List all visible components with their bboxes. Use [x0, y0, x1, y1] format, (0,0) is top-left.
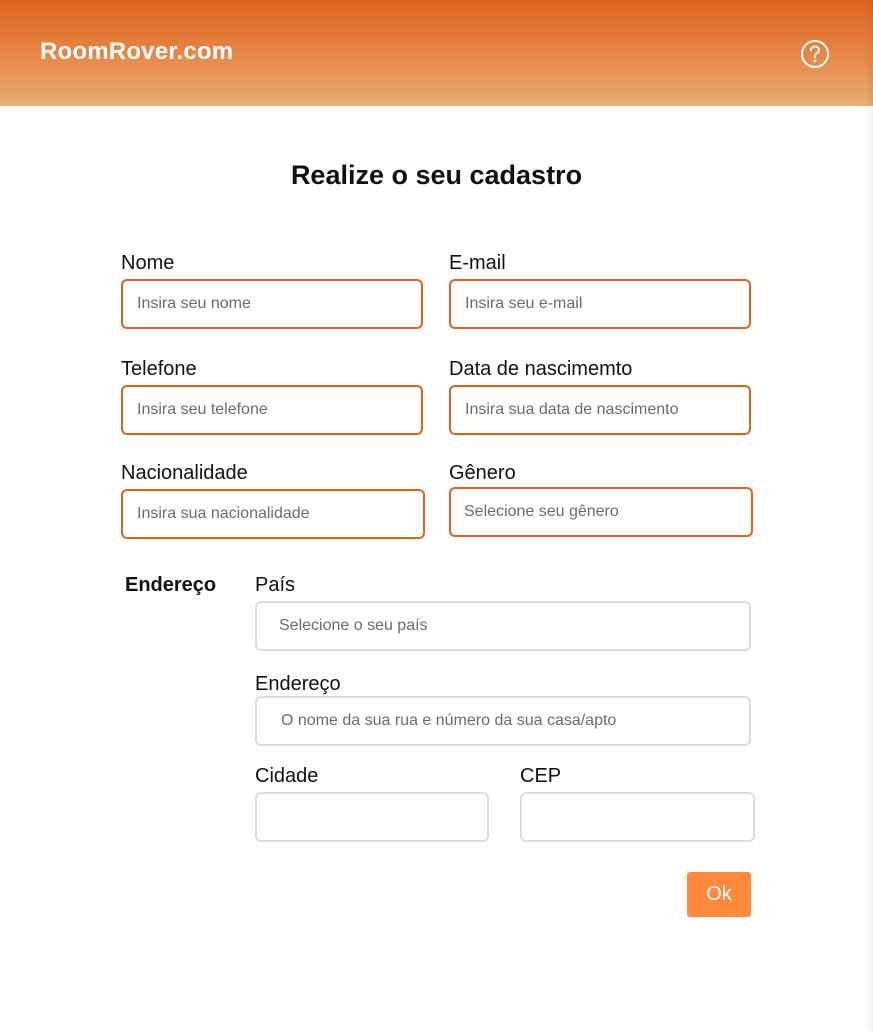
zip-label: CEP [520, 765, 562, 787]
email-label: E-mail [449, 252, 506, 274]
country-select-value: Selecione o seu país [279, 617, 428, 634]
birthdate-label: Data de nascimemto [449, 358, 633, 380]
street-label: Endereço [255, 673, 341, 695]
brand-logo[interactable]: RoomRover.com [40, 38, 233, 66]
email-input[interactable] [449, 279, 751, 329]
city-input[interactable] [255, 792, 489, 842]
name-label: Nome [121, 252, 175, 274]
birthdate-input[interactable] [449, 385, 751, 435]
zip-input[interactable] [520, 792, 755, 842]
registration-page: RoomRover.com Realize o seu cadastro Nom… [0, 0, 873, 1031]
gender-label: Gênero [449, 462, 516, 484]
gender-select-value: Selecione seu gênero [464, 503, 619, 520]
country-select[interactable]: Selecione o seu país [255, 601, 751, 651]
address-section-title: Endereço [125, 574, 217, 596]
city-label: Cidade [255, 765, 319, 787]
gender-select[interactable]: Selecione seu gênero [449, 487, 753, 537]
page-edge-shadow [865, 0, 873, 1031]
phone-input[interactable] [121, 385, 423, 435]
nationality-label: Nacionalidade [121, 462, 248, 484]
question-circle-icon[interactable] [800, 39, 830, 69]
nationality-input[interactable] [121, 489, 425, 539]
country-label: País [255, 574, 296, 596]
page-title: Realize o seu cadastro [290, 160, 583, 190]
name-input[interactable] [121, 279, 423, 329]
street-input[interactable] [255, 696, 751, 746]
phone-label: Telefone [121, 358, 197, 380]
app-header: RoomRover.com [0, 0, 873, 106]
submit-button[interactable]: Ok [687, 872, 751, 917]
